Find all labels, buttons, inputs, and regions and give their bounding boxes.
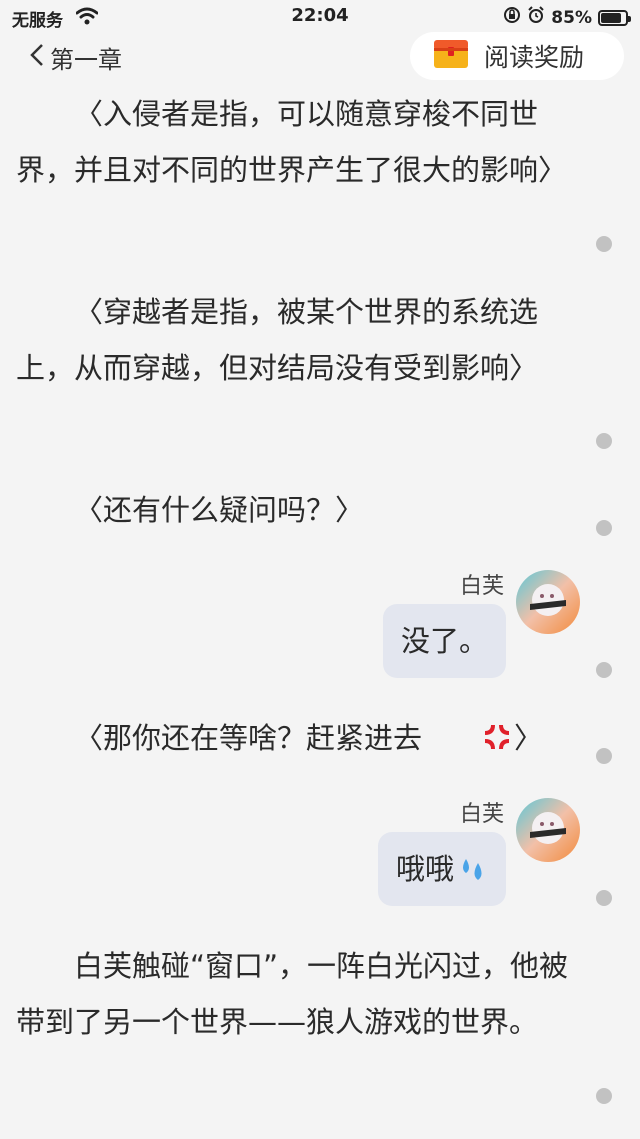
reading-reward-button[interactable]: 阅读奖励 [410,32,624,80]
paragraph-question: 〈还有什么疑问吗？〉 [74,493,365,527]
paragraph-urging: 〈那你还在等啥？赶紧进去 〉 [16,710,582,770]
avatar[interactable] [516,570,580,634]
chat-bubble: 没了。 [382,604,506,678]
anger-symbol-icon [424,714,512,770]
paragraph-comment-dot[interactable] [596,890,612,906]
chat-sender-name: 白芙 [459,574,504,599]
paragraph-comment-dot[interactable] [596,1088,612,1104]
paragraph-comment-dot[interactable] [596,433,612,449]
treasure-chest-icon [432,36,470,76]
chevron-left-icon [30,43,44,73]
paragraph-comment-dot[interactable] [596,748,612,764]
paragraph-urging-end: 〉 [514,721,544,755]
rotation-lock-icon [503,6,521,29]
paragraph-intruder-definition: 〈入侵者是指，可以随意穿梭不同世界，并且对不同的世界产生了很大的影响〉 [16,97,568,187]
back-button[interactable]: 第一章 [30,40,122,75]
avatar[interactable] [516,798,580,862]
paragraph-comment-dot[interactable] [596,236,612,252]
chat-sender-name: 白芙 [459,802,504,827]
battery-fill [601,12,622,23]
paragraph-transport: 白芙触碰“窗口”，一阵白光闪过，他被带到了另一个世界——狼人游戏的世界。 [16,949,569,1039]
chat-bubble: 哦哦 [377,832,506,906]
paragraph-traveler-definition: 〈穿越者是指，被某个世界的系统选上，从而穿越，但对结局没有受到影响〉 [16,295,539,385]
alarm-icon [527,6,545,29]
paragraph-urging-text: 〈那你还在等啥？赶紧进去 [74,721,423,755]
reading-reward-label: 阅读奖励 [484,43,585,72]
chapter-title: 第一章 [50,46,122,74]
paragraph-comment-dot[interactable] [596,520,612,536]
battery-icon [598,9,631,26]
battery-percent: 85% [551,7,592,28]
sweat-droplets-icon [458,836,488,910]
status-bar: 无服务 22:04 85% [0,0,640,34]
paragraph-comment-dot[interactable] [596,662,612,678]
chat-bubble-text: 哦哦 [395,852,454,886]
